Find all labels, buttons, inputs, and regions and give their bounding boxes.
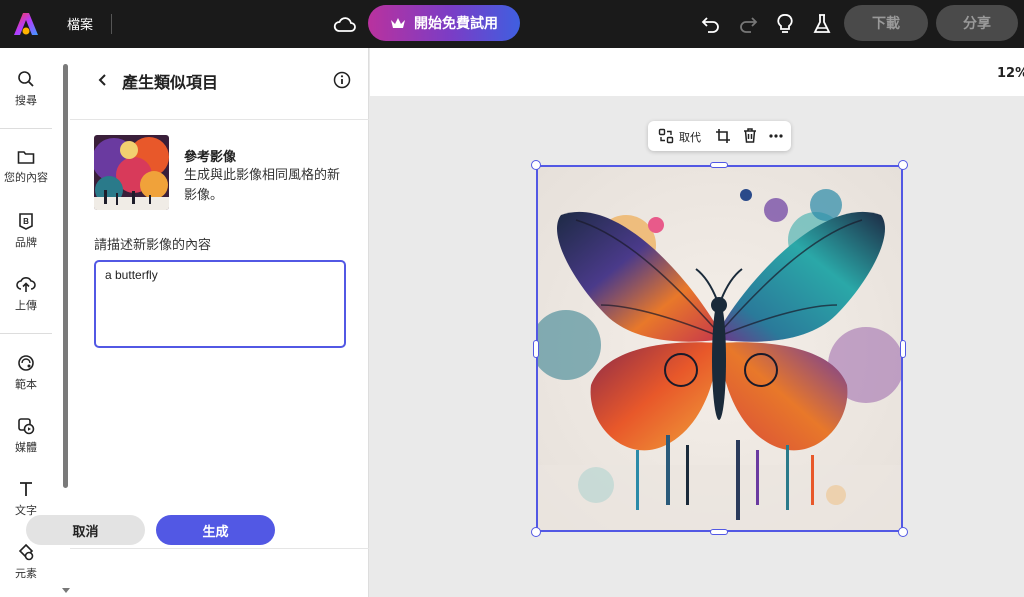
butterfly-image[interactable]	[536, 165, 903, 532]
scroll-down-arrow-icon[interactable]	[62, 588, 70, 593]
resize-handle-top[interactable]	[710, 162, 728, 168]
rail-item-upload[interactable]: 上傳	[0, 275, 52, 313]
brand-icon: B	[19, 213, 33, 230]
download-button[interactable]: 下載	[844, 5, 928, 41]
divider	[0, 333, 52, 334]
resize-handle-top-right[interactable]	[898, 160, 908, 170]
resize-handle-bottom-left[interactable]	[531, 527, 541, 537]
rail-item-templates[interactable]: 範本	[0, 354, 52, 392]
panel-header: 產生類似項目	[70, 48, 369, 120]
start-free-trial-label: 開始免費試用	[414, 16, 498, 32]
panel-title: 產生類似項目	[122, 73, 219, 92]
reference-image-thumbnail	[94, 135, 169, 210]
resize-handle-bottom-right[interactable]	[898, 527, 908, 537]
rail-item-label: 品牌	[15, 236, 37, 249]
zoom-level[interactable]: 12%	[997, 66, 1024, 81]
template-icon	[18, 355, 34, 371]
crop-icon[interactable]	[715, 128, 731, 144]
adobe-express-logo-icon[interactable]	[12, 10, 40, 38]
replace-icon[interactable]	[658, 128, 674, 144]
search-icon	[18, 71, 34, 87]
rail-item-brand[interactable]: B 品牌	[0, 212, 52, 250]
prompt-input[interactable]: a butterfly	[94, 260, 346, 348]
resize-handle-left[interactable]	[533, 340, 539, 358]
resize-handle-right[interactable]	[900, 340, 906, 358]
resize-handle-bottom[interactable]	[710, 529, 728, 535]
reference-image-description: 生成與此影像相同風格的新影像。	[184, 168, 341, 203]
crown-icon	[391, 18, 405, 28]
cloud-icon[interactable]	[333, 13, 357, 35]
generate-button[interactable]: 生成	[156, 515, 275, 545]
media-icon	[18, 418, 35, 435]
panel-footer	[70, 548, 369, 597]
prompt-label: 請描述新影像的內容	[94, 238, 212, 253]
rail-item-label: 您的內容	[4, 171, 48, 184]
resize-handle-top-left[interactable]	[531, 160, 541, 170]
redo-icon[interactable]	[736, 12, 760, 36]
reference-image-title: 參考影像	[184, 150, 237, 165]
rail-item-search[interactable]: 搜尋	[0, 70, 52, 108]
undo-icon[interactable]	[699, 12, 723, 36]
beaker-icon[interactable]	[810, 12, 834, 36]
rail-item-elements[interactable]: 元素	[0, 543, 52, 581]
rail-item-label: 搜尋	[15, 94, 37, 107]
rail-item-your-content[interactable]: 您的內容	[0, 149, 52, 185]
rail-item-label: 文字	[15, 504, 37, 517]
rail-item-text[interactable]: 文字	[0, 480, 52, 518]
image-context-toolbar: 取代	[648, 121, 791, 151]
lightbulb-icon[interactable]	[773, 12, 797, 36]
divider	[111, 14, 112, 34]
back-chevron-icon[interactable]	[96, 72, 110, 88]
top-bar: 檔案 開始免費試用 下載 分享	[0, 0, 1024, 48]
canvas-top-bar	[370, 48, 1024, 96]
cancel-button[interactable]: 取消	[26, 515, 145, 545]
info-icon[interactable]	[333, 71, 351, 89]
rail-item-label: 上傳	[15, 299, 37, 312]
folder-icon	[17, 151, 35, 164]
rail-scrollbar-thumb[interactable]	[63, 64, 68, 488]
upload-icon	[16, 277, 36, 292]
trash-icon[interactable]	[742, 127, 758, 144]
rail-item-media[interactable]: 媒體	[0, 417, 52, 455]
divider	[0, 128, 52, 129]
rail-item-label: 範本	[15, 378, 37, 391]
share-button[interactable]: 分享	[936, 5, 1018, 41]
text-icon	[20, 482, 32, 496]
rail-item-label: 元素	[15, 567, 37, 580]
replace-button[interactable]: 取代	[679, 129, 701, 145]
svg-text:B: B	[23, 217, 29, 226]
start-free-trial-button[interactable]: 開始免費試用	[368, 5, 520, 41]
more-options-icon[interactable]	[768, 128, 784, 144]
rail-item-label: 媒體	[15, 441, 37, 454]
file-menu[interactable]: 檔案	[67, 14, 93, 33]
elements-icon	[18, 543, 34, 561]
